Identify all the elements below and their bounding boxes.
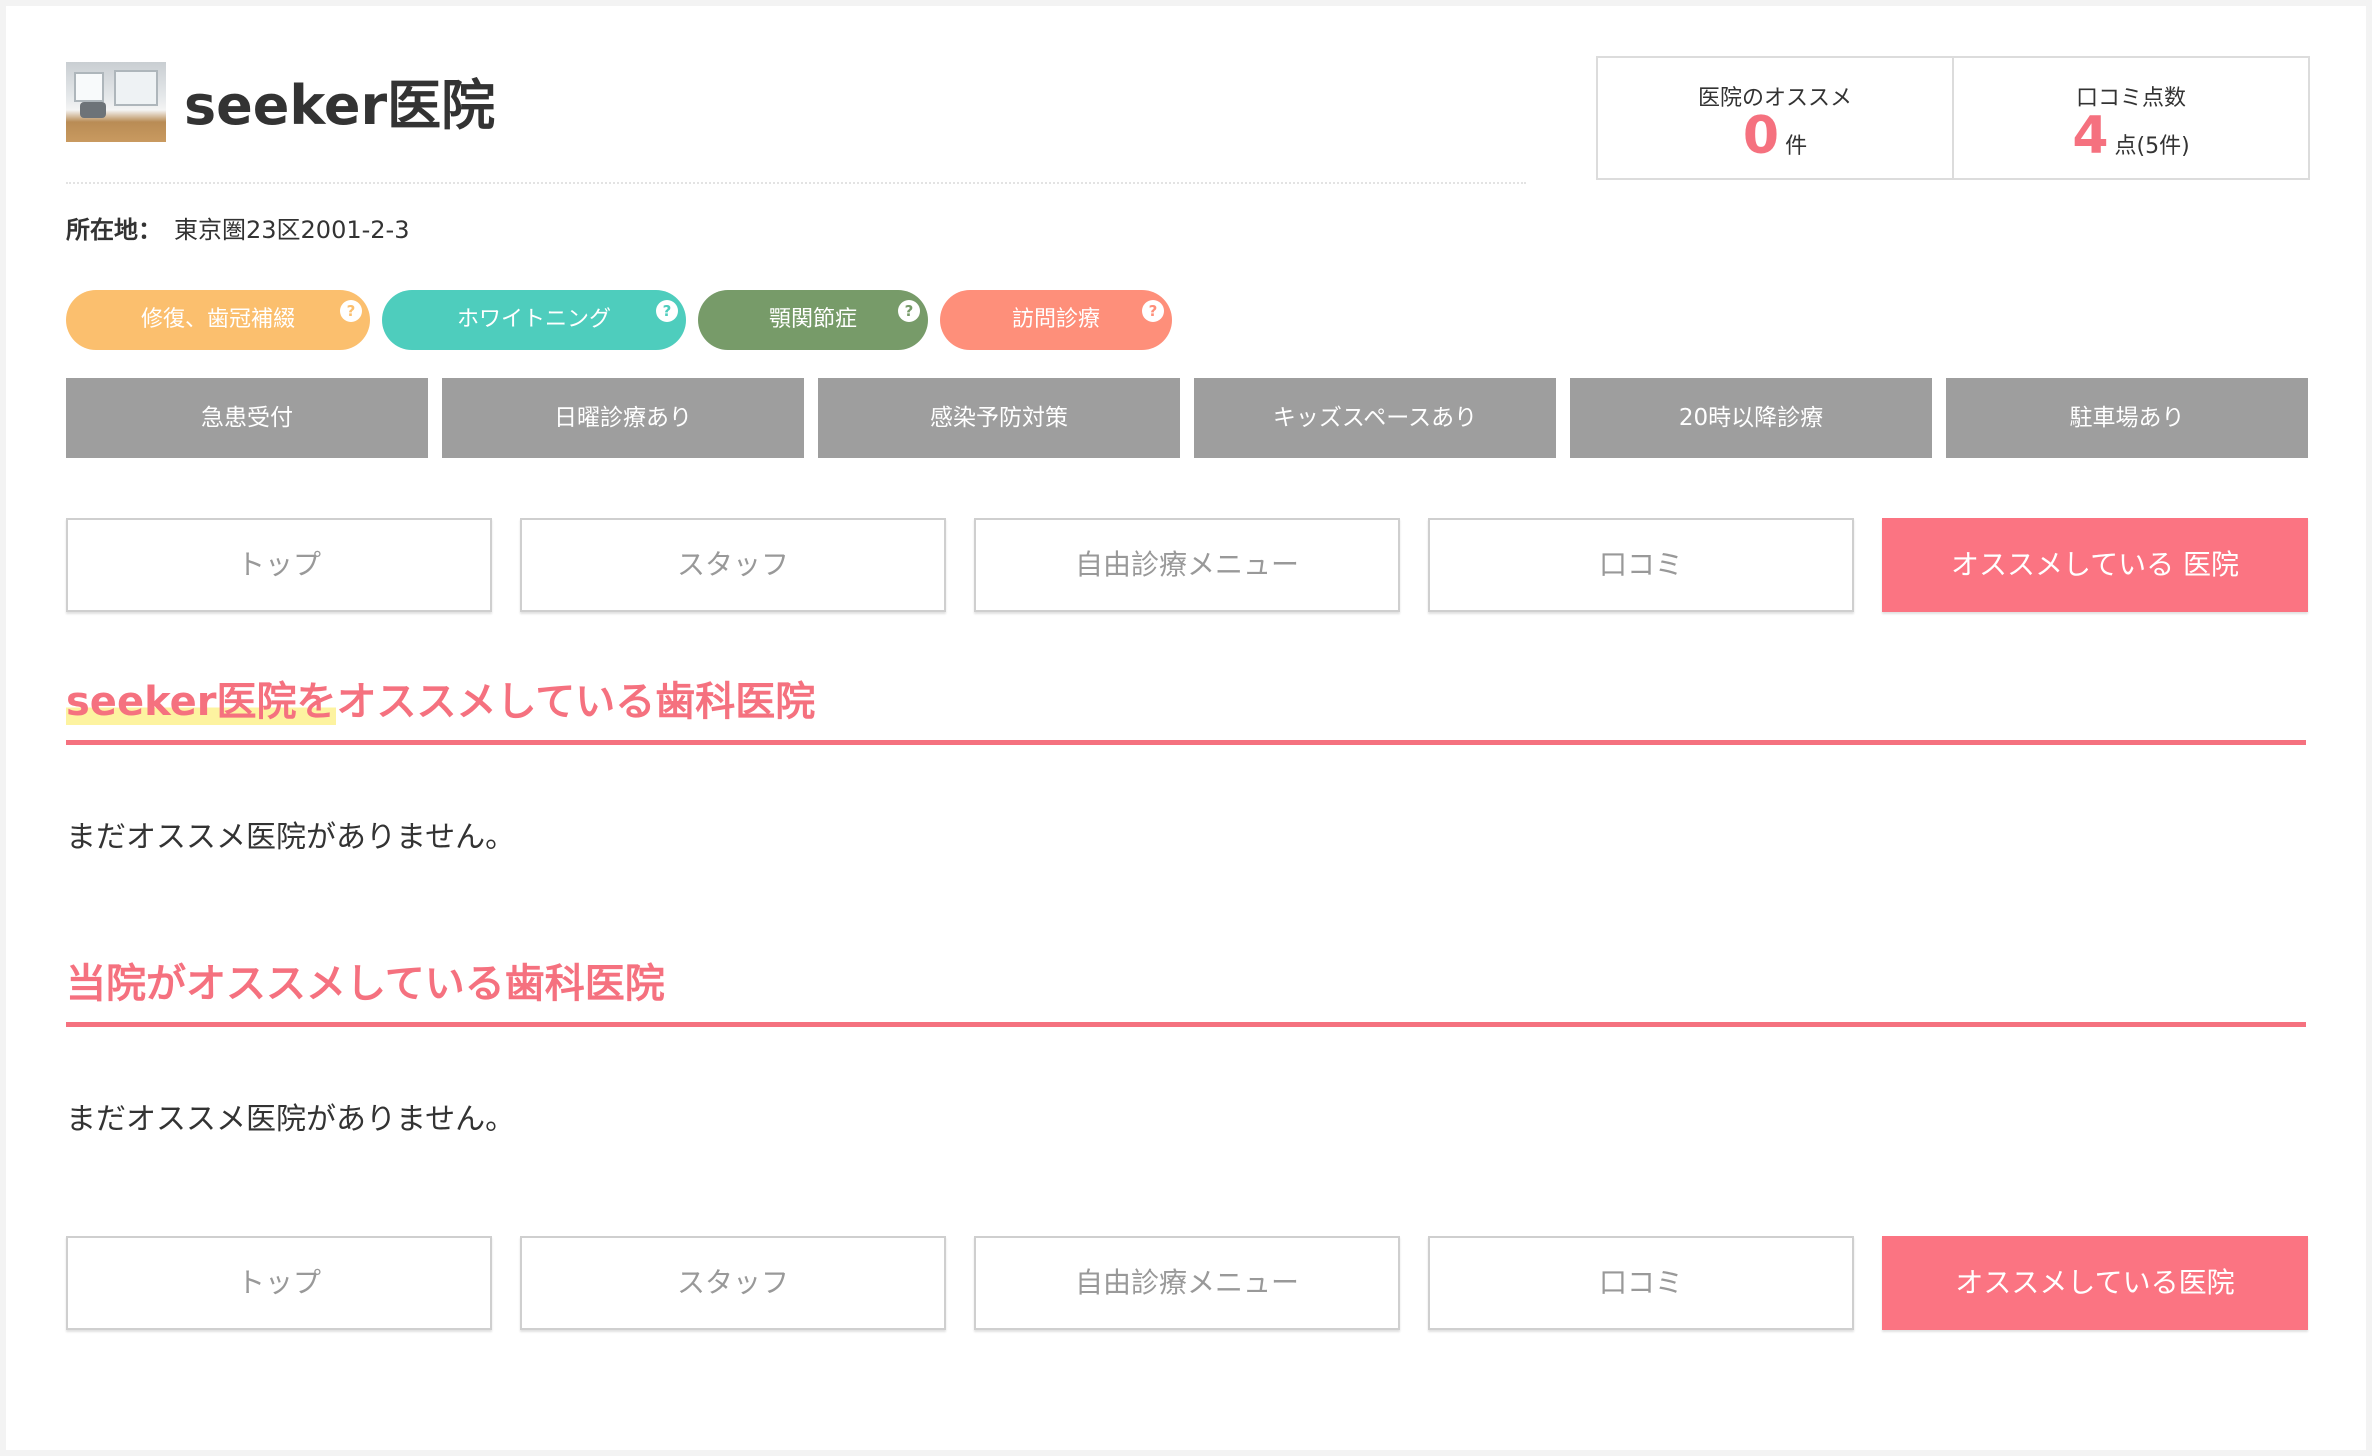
- title-rest: オススメしている歯科医院: [336, 679, 816, 725]
- help-icon[interactable]: ?: [1142, 300, 1164, 322]
- feature-parking: 駐車場あり: [1946, 378, 2308, 458]
- tab-recommended[interactable]: オススメしている 医院: [1882, 518, 2308, 612]
- tab-staff[interactable]: スタッフ: [520, 518, 946, 612]
- tag-whitening[interactable]: ホワイトニング ?: [382, 290, 686, 350]
- clinic-photo: [66, 62, 166, 142]
- help-icon[interactable]: ?: [656, 300, 678, 322]
- feature-infection-control: 感染予防対策: [818, 378, 1180, 458]
- tab-top[interactable]: トップ: [66, 518, 492, 612]
- tab-staff[interactable]: スタッフ: [520, 1236, 946, 1330]
- feature-sunday: 日曜診療あり: [442, 378, 804, 458]
- stat-value: 0件: [1598, 108, 1952, 176]
- stat-review-score: 口コミ点数 4 点(5件): [1952, 58, 2308, 178]
- page: seeker医院 医院のオススメ 0件 口コミ点数 4 点(5件) 所在地： 東京圏…: [6, 6, 2366, 1450]
- feature-list: 急患受付 日曜診療あり 感染予防対策 キッズスペースあり 20時以降診療 駐車場…: [66, 378, 2308, 458]
- tab-reviews[interactable]: 口コミ: [1428, 518, 1854, 612]
- section-title-we-recommend: 当院がオススメしている歯科医院: [66, 958, 2306, 1027]
- stats-panel: 医院のオススメ 0件 口コミ点数 4 点(5件): [1596, 56, 2310, 180]
- section-title-recommended-by: seeker医院をオススメしている歯科医院: [66, 676, 2306, 745]
- clinic-address: 所在地： 東京圏23区2001-2-3: [66, 210, 409, 245]
- stat-unit: 点(5件): [2114, 134, 2190, 159]
- tab-private-menu[interactable]: 自由診療メニュー: [974, 1236, 1400, 1330]
- tab-reviews[interactable]: 口コミ: [1428, 1236, 1854, 1330]
- help-icon[interactable]: ?: [340, 300, 362, 322]
- empty-message: まだオススメ医院がありません。: [66, 1102, 516, 1137]
- header-divider: [66, 182, 1526, 184]
- address-value: 東京圏23区2001-2-3: [174, 216, 410, 244]
- clinic-name: seeker医院: [184, 74, 496, 137]
- feature-kids-space: キッズスペースあり: [1194, 378, 1556, 458]
- feature-after-8pm: 20時以降診療: [1570, 378, 1932, 458]
- help-icon[interactable]: ?: [898, 300, 920, 322]
- tag-label: 顎関節症: [768, 307, 857, 332]
- stat-number: 4: [2072, 106, 2109, 166]
- tag-home-visit[interactable]: 訪問診療 ?: [940, 290, 1172, 350]
- nav-tabs-top: トップ スタッフ 自由診療メニュー 口コミ オススメしている 医院: [66, 518, 2308, 612]
- tab-recommended[interactable]: オススメしている医院: [1882, 1236, 2308, 1330]
- stat-unit: 件: [1785, 134, 1808, 159]
- stat-recommendations: 医院のオススメ 0件: [1598, 58, 1952, 178]
- tab-top[interactable]: トップ: [66, 1236, 492, 1330]
- tag-tmj[interactable]: 顎関節症 ?: [698, 290, 928, 350]
- tag-label: ホワイトニング: [456, 307, 611, 332]
- stat-value: 4 点(5件): [1954, 108, 2308, 176]
- tag-restoration[interactable]: 修復、歯冠補綴 ?: [66, 290, 370, 350]
- specialty-tags: 修復、歯冠補綴 ? ホワイトニング ? 顎関節症 ? 訪問診療 ?: [66, 290, 1172, 350]
- tab-private-menu[interactable]: 自由診療メニュー: [974, 518, 1400, 612]
- feature-emergency: 急患受付: [66, 378, 428, 458]
- nav-tabs-bottom: トップ スタッフ 自由診療メニュー 口コミ オススメしている医院: [66, 1236, 2308, 1330]
- title-highlight: seeker医院を: [66, 679, 337, 725]
- tag-label: 訪問診療: [1011, 307, 1100, 332]
- address-label: 所在地：: [66, 216, 162, 244]
- stat-number: 0: [1742, 106, 1780, 166]
- empty-message: まだオススメ医院がありません。: [66, 820, 516, 855]
- tag-label: 修復、歯冠補綴: [140, 307, 295, 332]
- clinic-header: seeker医院: [66, 62, 1526, 184]
